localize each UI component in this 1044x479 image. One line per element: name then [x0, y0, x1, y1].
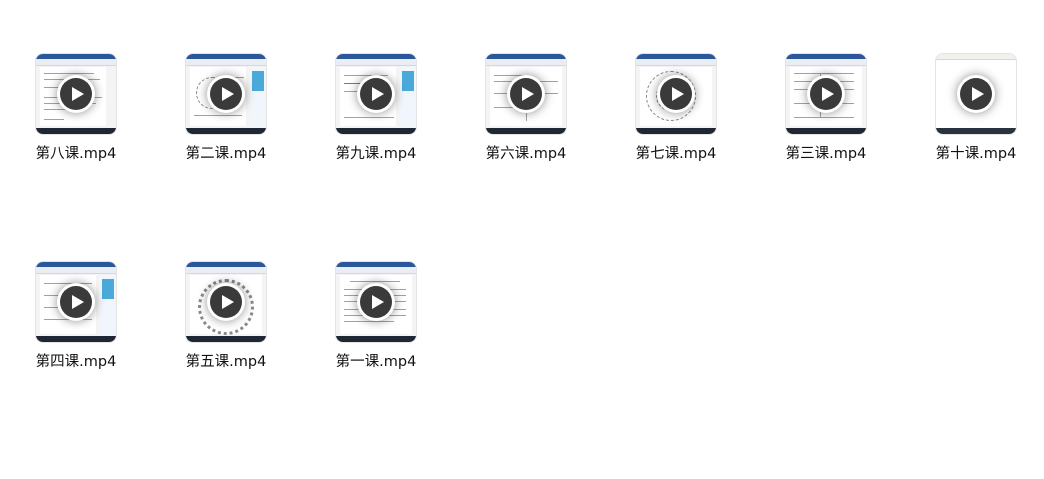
file-name: 第七课.mp4 — [635, 146, 717, 162]
file-item[interactable]: 第七课.mp4 — [616, 54, 736, 163]
file-item[interactable]: 第四课.mp4 — [16, 262, 136, 371]
file-name: 第二课.mp4 — [185, 146, 267, 162]
play-icon — [210, 286, 242, 318]
file-item[interactable]: 第六课.mp4 — [466, 54, 586, 163]
video-thumbnail — [786, 54, 866, 134]
play-icon — [360, 78, 392, 110]
file-name: 第一课.mp4 — [335, 354, 417, 370]
video-thumbnail — [486, 54, 566, 134]
play-icon — [510, 78, 542, 110]
video-thumbnail — [186, 262, 266, 342]
file-name: 第三课.mp4 — [785, 146, 867, 162]
file-item[interactable]: 第十课.mp4 — [916, 54, 1036, 163]
file-name: 第四课.mp4 — [35, 354, 117, 370]
play-icon — [60, 286, 92, 318]
video-thumbnail — [336, 262, 416, 342]
play-icon — [960, 78, 992, 110]
file-item[interactable]: 第九课.mp4 — [316, 54, 436, 163]
file-item[interactable]: 第五课.mp4 — [166, 262, 286, 371]
play-icon — [210, 78, 242, 110]
video-thumbnail — [36, 262, 116, 342]
file-name: 第六课.mp4 — [485, 146, 567, 162]
file-item[interactable]: 第一课.mp4 — [316, 262, 436, 371]
file-name: 第五课.mp4 — [185, 354, 267, 370]
file-name: 第九课.mp4 — [335, 146, 417, 162]
video-thumbnail — [936, 54, 1016, 134]
video-thumbnail — [36, 54, 116, 134]
file-item[interactable]: 第三课.mp4 — [766, 54, 886, 163]
play-icon — [60, 78, 92, 110]
file-name: 第十课.mp4 — [935, 146, 1017, 162]
video-thumbnail — [186, 54, 266, 134]
video-thumbnail — [336, 54, 416, 134]
play-icon — [810, 78, 842, 110]
video-thumbnail — [636, 54, 716, 134]
file-item[interactable]: 第二课.mp4 — [166, 54, 286, 163]
file-item[interactable]: 第八课.mp4 — [16, 54, 136, 163]
file-name: 第八课.mp4 — [35, 146, 117, 162]
play-icon — [360, 286, 392, 318]
play-icon — [660, 78, 692, 110]
